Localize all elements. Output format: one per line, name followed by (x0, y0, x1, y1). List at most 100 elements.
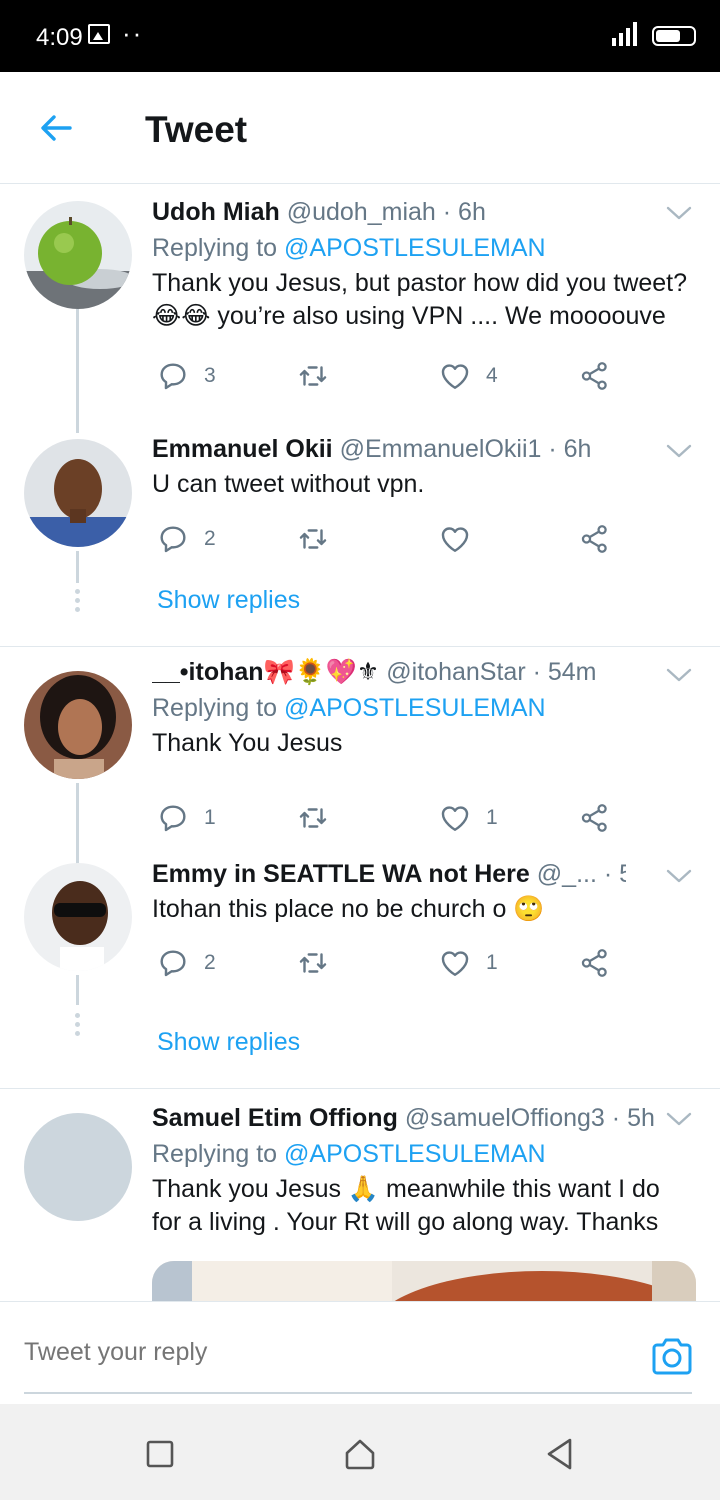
retweet-icon (296, 359, 330, 393)
comment-bubble-icon (156, 359, 190, 393)
reply-button[interactable]: 2 (156, 945, 216, 981)
replying-to: Replying to @APOSTLESULEMAN (152, 1139, 700, 1169)
user-handle[interactable]: @itohanStar (386, 658, 525, 686)
display-name[interactable]: __•itohan🎀🌻💖⚜ (152, 658, 379, 686)
reply-count: 2 (204, 527, 216, 550)
tweet-media-image[interactable] (152, 1261, 696, 1301)
app-header: Tweet (0, 72, 720, 184)
thread-connector (76, 309, 79, 433)
heart-icon (438, 801, 472, 835)
square-icon[interactable] (140, 1434, 180, 1474)
mention-link[interactable]: @APOSTLESULEMAN (284, 694, 546, 722)
reply-count: 1 (204, 806, 216, 829)
tweet-content: Emmanuel Okii @EmmanuelOkii1 · 6h U can … (152, 434, 700, 501)
share-button[interactable] (578, 358, 612, 394)
tweet-text: Itohan this place no be church o 🙄 (152, 893, 700, 926)
share-icon (578, 801, 612, 835)
tweet-content: Samuel Etim Offiong @samuelOffiong3 · 5h… (152, 1103, 700, 1239)
display-name[interactable]: Emmy in SEATTLE WA not Here (152, 860, 530, 888)
mention-link[interactable]: @APOSTLESULEMAN (284, 1140, 546, 1168)
tweet-header: __•itohan🎀🌻💖⚜ @itohanStar · 54m (152, 657, 700, 687)
tweet-text-line: Itohan this place no be church o 🙄 (152, 895, 545, 923)
user-handle[interactable]: @EmmanuelOkii1 (340, 435, 542, 463)
triangle-back-icon[interactable] (540, 1434, 580, 1474)
comment-bubble-icon (156, 801, 190, 835)
tweet-content: Emmy in SEATTLE WA not Here @_... · 53m … (152, 859, 700, 926)
user-handle[interactable]: @samuelOffiong3 (405, 1104, 605, 1132)
tweet-time: · 53m (603, 860, 626, 888)
tweet-actions: 1 1 (152, 800, 632, 836)
reply-input[interactable] (24, 1338, 584, 1367)
retweet-button[interactable] (296, 521, 344, 557)
like-count: 1 (486, 951, 498, 974)
replying-label: Replying to (152, 694, 278, 722)
mention-link[interactable]: @APOSTLESULEMAN (284, 234, 546, 262)
tweet-header: Emmanuel Okii @EmmanuelOkii1 · 6h (152, 434, 700, 464)
tweet-time: · 6h (548, 435, 592, 463)
tweet-header: Samuel Etim Offiong @samuelOffiong3 · 5h (152, 1103, 700, 1133)
home-icon[interactable] (340, 1434, 380, 1474)
tweet-text-line: 😂😂 you’re also using VPN .... We moooouv… (152, 302, 666, 330)
tweet-text-line: Thank you Jesus, but pastor how did you … (152, 269, 688, 297)
avatar[interactable] (24, 1113, 132, 1221)
comment-bubble-icon (156, 946, 190, 980)
retweet-button[interactable] (296, 945, 344, 981)
share-button[interactable] (578, 945, 612, 981)
user-handle[interactable]: @_... (537, 860, 597, 888)
share-button[interactable] (578, 800, 612, 836)
show-replies-link[interactable]: Show replies (157, 586, 300, 615)
retweet-button[interactable] (296, 800, 344, 836)
tweet-text-line: U can tweet without vpn. (152, 470, 425, 498)
display-name[interactable]: Samuel Etim Offiong (152, 1104, 398, 1132)
tweet-header: Udoh Miah @udoh_miah · 6h (152, 197, 700, 227)
system-nav-bar (0, 1404, 720, 1500)
like-button[interactable]: 1 (438, 800, 498, 836)
camera-icon[interactable] (650, 1334, 694, 1378)
thread-dots (75, 589, 80, 616)
avatar[interactable] (24, 671, 132, 779)
tweet-text: Thank you Jesus, but pastor how did you … (152, 267, 700, 333)
tweet-actions: 2 1 (152, 945, 632, 981)
reply-count: 3 (204, 364, 216, 387)
tweet-actions: 3 4 (152, 358, 632, 394)
share-icon (578, 359, 612, 393)
reply-feed[interactable]: Udoh Miah @udoh_miah · 6h Replying to @A… (0, 185, 720, 1301)
page-title: Tweet (145, 109, 248, 150)
user-handle[interactable]: @udoh_miah (287, 198, 436, 226)
share-icon (578, 946, 612, 980)
like-count: 4 (486, 364, 498, 387)
heart-icon (438, 359, 472, 393)
reply-compose-bar (0, 1301, 720, 1404)
retweet-icon (296, 522, 330, 556)
avatar[interactable] (24, 201, 132, 309)
tweet-text: U can tweet without vpn. (152, 468, 700, 501)
like-button[interactable] (438, 521, 486, 557)
display-name[interactable]: Emmanuel Okii (152, 435, 333, 463)
tweet-header: Emmy in SEATTLE WA not Here @_... · 53m (152, 859, 626, 889)
display-name[interactable]: Udoh Miah (152, 198, 280, 226)
reply-button[interactable]: 1 (156, 800, 216, 836)
replying-to: Replying to @APOSTLESULEMAN (152, 693, 700, 723)
reply-button[interactable]: 2 (156, 521, 216, 557)
tweet-text-line: Thank You Jesus (152, 729, 343, 757)
retweet-button[interactable] (296, 358, 344, 394)
tweet-text: Thank you Jesus 🙏 meanwhile this want I … (152, 1173, 700, 1239)
retweet-icon (296, 946, 330, 980)
like-button[interactable]: 1 (438, 945, 498, 981)
reply-button[interactable]: 3 (156, 358, 216, 394)
avatar[interactable] (24, 863, 132, 971)
like-button[interactable]: 4 (438, 358, 498, 394)
show-replies-link[interactable]: Show replies (157, 1028, 300, 1057)
tweet-content: __•itohan🎀🌻💖⚜ @itohanStar · 54m Replying… (152, 657, 700, 760)
more-notifications-icon: ·· (122, 18, 144, 48)
status-time: 4:09 (36, 24, 83, 51)
arrow-left-icon[interactable] (36, 108, 76, 148)
thread-dots (75, 1013, 80, 1040)
avatar[interactable] (24, 439, 132, 547)
signal-icon (612, 22, 642, 46)
gallery-icon (88, 24, 110, 44)
share-button[interactable] (578, 521, 612, 557)
replying-to: Replying to @APOSTLESULEMAN (152, 233, 700, 263)
thread: Udoh Miah @udoh_miah · 6h Replying to @A… (0, 185, 720, 646)
like-count: 1 (486, 806, 498, 829)
